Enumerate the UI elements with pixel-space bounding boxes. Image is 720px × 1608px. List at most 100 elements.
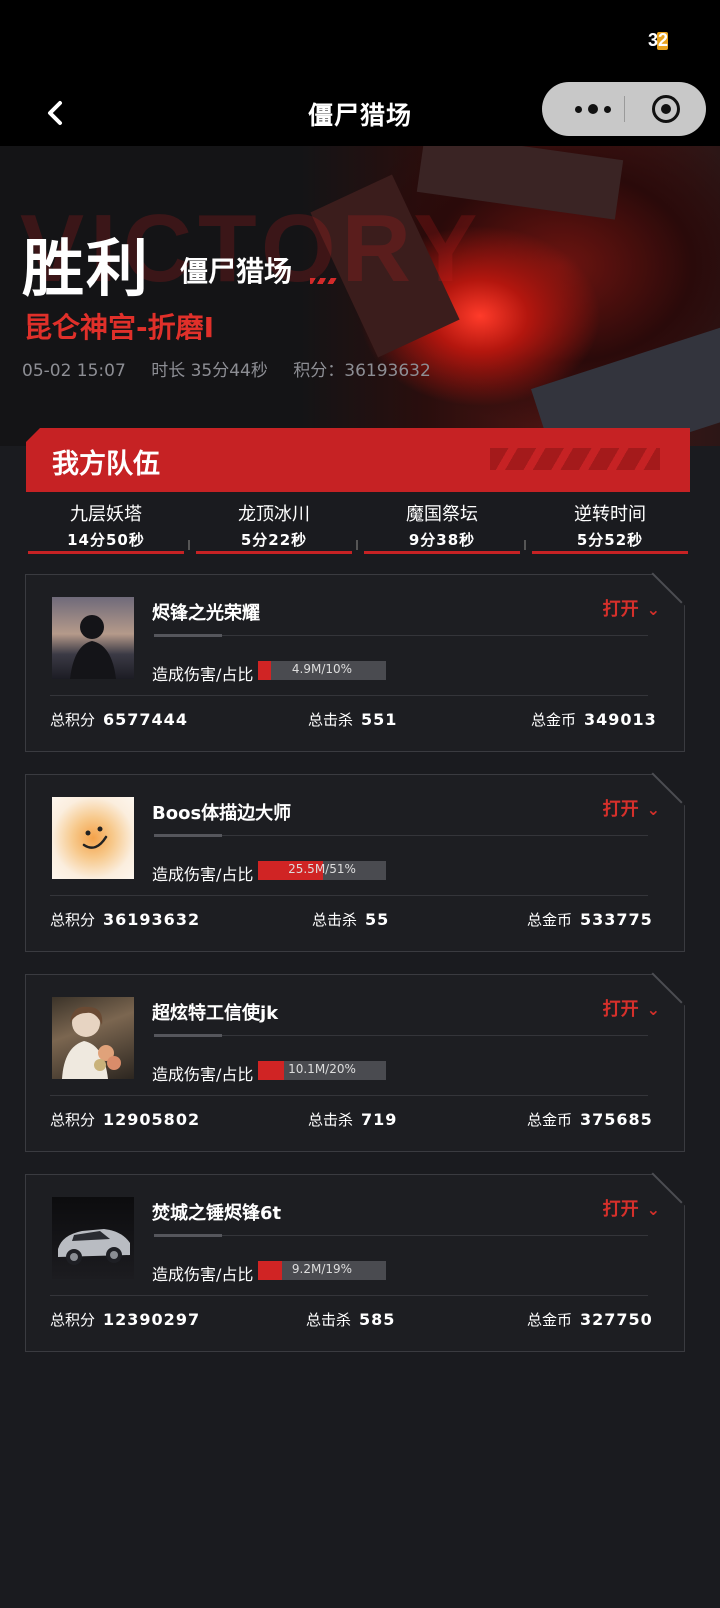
expand-label: 打开 — [602, 599, 639, 620]
total-gold: 总金币 327750 — [527, 1309, 653, 1330]
name-underline — [154, 634, 648, 637]
match-duration: 时长 35分44秒 — [151, 361, 268, 381]
status-bar: 32 — [0, 0, 720, 82]
expand-label: 打开 — [602, 999, 639, 1020]
team-label: 我方队伍 — [52, 449, 160, 480]
expand-button[interactable]: 打开 ⌄ — [603, 595, 660, 621]
avatar — [52, 597, 134, 679]
score-value: 12390297 — [103, 1310, 201, 1329]
expand-button[interactable]: 打开 ⌄ — [603, 1195, 660, 1221]
result-hero: VICTORY 胜利 僵尸猎场 昆仑神宫-折磨I 05-02 15:07 时长 … — [0, 146, 720, 446]
kills-label: 总击杀 — [308, 711, 354, 729]
target-icon[interactable] — [652, 95, 680, 123]
kills-value: 585 — [359, 1310, 396, 1329]
gold-label: 总金币 — [527, 1111, 573, 1129]
score-label: 总积分 — [50, 1111, 96, 1129]
mini-program-capsule — [542, 82, 706, 136]
match-meta: 05-02 15:07 时长 35分44秒 积分：36193632 — [22, 356, 451, 381]
kills-value: 55 — [365, 910, 390, 929]
player-name: 烬锋之光荣耀 — [152, 603, 260, 624]
stats-divider — [50, 895, 648, 896]
player-card: 超炫特工信使jk 打开 ⌄ 造成伤害/占比 10.1M/20% 总积分 129058… — [25, 972, 685, 1152]
gold-value: 349013 — [584, 710, 657, 729]
kills-value: 551 — [361, 710, 398, 729]
banner-stripes — [490, 448, 660, 470]
name-underline — [154, 1034, 648, 1037]
gold-label: 总金币 — [527, 1311, 573, 1329]
stage-bar — [28, 551, 184, 554]
chevron-down-icon: ⌄ — [646, 1000, 660, 1019]
score-value: 12905802 — [103, 1110, 201, 1129]
damage-text: 9.2M/19% — [291, 1262, 353, 1276]
avatar — [52, 1197, 134, 1279]
total-kills: 总击杀 55 — [312, 909, 389, 930]
more-dots-icon[interactable] — [566, 82, 620, 136]
stage-time: 5分52秒 — [576, 531, 644, 549]
stage-item: 逆转时间 5分52秒 — [530, 496, 690, 558]
stage-item: 龙顶冰川 5分22秒 — [194, 496, 358, 558]
expand-label: 打开 — [602, 1199, 639, 1220]
damage-bar: 9.2M/19% — [258, 1261, 386, 1280]
stage-name: 魔国祭坛 — [406, 504, 478, 525]
expand-button[interactable]: 打开 ⌄ — [603, 995, 660, 1021]
stage-time: 5分22秒 — [240, 531, 308, 549]
stage-bar — [532, 551, 688, 554]
damage-text: 10.1M/20% — [288, 1062, 356, 1076]
avatar — [52, 797, 134, 879]
stats-divider — [50, 1295, 648, 1296]
total-kills: 总击杀 719 — [308, 1109, 397, 1130]
gold-label: 总金币 — [531, 711, 577, 729]
kills-label: 总击杀 — [306, 1311, 352, 1329]
kills-value: 719 — [361, 1110, 398, 1129]
match-datetime: 05-02 15:07 — [22, 361, 126, 381]
mode-decoration — [310, 278, 338, 284]
capsule-divider — [624, 96, 625, 122]
stats-divider — [50, 1095, 648, 1096]
match-score: 积分：36193632 — [293, 361, 431, 381]
stage-item: 魔国祭坛 9分38秒 — [362, 496, 526, 558]
stats-divider — [50, 695, 648, 696]
stage-divider — [188, 540, 190, 550]
kills-label: 总击杀 — [312, 911, 358, 929]
gold-value: 533775 — [580, 910, 653, 929]
damage-label: 造成伤害/占比 — [152, 1065, 254, 1084]
stage-name: 九层妖塔 — [70, 504, 142, 525]
gold-value: 375685 — [580, 1110, 653, 1129]
total-score: 总积分 36193632 — [50, 909, 200, 930]
stage-time: 9分38秒 — [408, 531, 476, 549]
player-name: 焚城之锤烬锋6t — [152, 1203, 282, 1224]
gold-label: 总金币 — [527, 911, 573, 929]
stage-name: 逆转时间 — [574, 504, 646, 525]
damage-bar: 4.9M/10% — [258, 661, 386, 680]
total-score: 总积分 6577444 — [50, 709, 188, 730]
expand-label: 打开 — [602, 799, 639, 820]
total-score: 总积分 12905802 — [50, 1109, 200, 1130]
stage-divider — [356, 540, 358, 550]
player-card: 烬锋之光荣耀 打开 ⌄ 造成伤害/占比 4.9M/10% 总积分 6577444 总… — [25, 572, 685, 752]
map-name: 昆仑神宫-折磨I — [24, 311, 215, 344]
stage-bar — [196, 551, 352, 554]
total-kills: 总击杀 585 — [306, 1309, 395, 1330]
total-gold: 总金币 533775 — [527, 909, 653, 930]
player-name: Boos体描边大师 — [152, 803, 292, 824]
stage-divider — [524, 540, 526, 550]
nav-bar: 僵尸猎场 — [0, 82, 720, 146]
damage-label: 造成伤害/占比 — [152, 1265, 254, 1284]
stage-bar — [364, 551, 520, 554]
score-label: 总积分 — [50, 911, 96, 929]
total-gold: 总金币 349013 — [531, 709, 657, 730]
chevron-down-icon: ⌄ — [646, 600, 660, 619]
damage-label: 造成伤害/占比 — [152, 665, 254, 684]
stage-name: 龙顶冰川 — [238, 504, 310, 525]
result-title: 胜利 — [22, 232, 151, 305]
score-value: 36193632 — [103, 910, 201, 929]
name-underline — [154, 1234, 648, 1237]
mode-title: 僵尸猎场 — [180, 255, 293, 288]
chevron-down-icon: ⌄ — [646, 1200, 660, 1219]
damage-bar: 10.1M/20% — [258, 1061, 386, 1080]
damage-text: 4.9M/10% — [291, 662, 353, 676]
damage-label: 造成伤害/占比 — [152, 865, 254, 884]
chevron-down-icon: ⌄ — [646, 800, 660, 819]
score-label: 总积分 — [50, 711, 96, 729]
expand-button[interactable]: 打开 ⌄ — [603, 795, 660, 821]
